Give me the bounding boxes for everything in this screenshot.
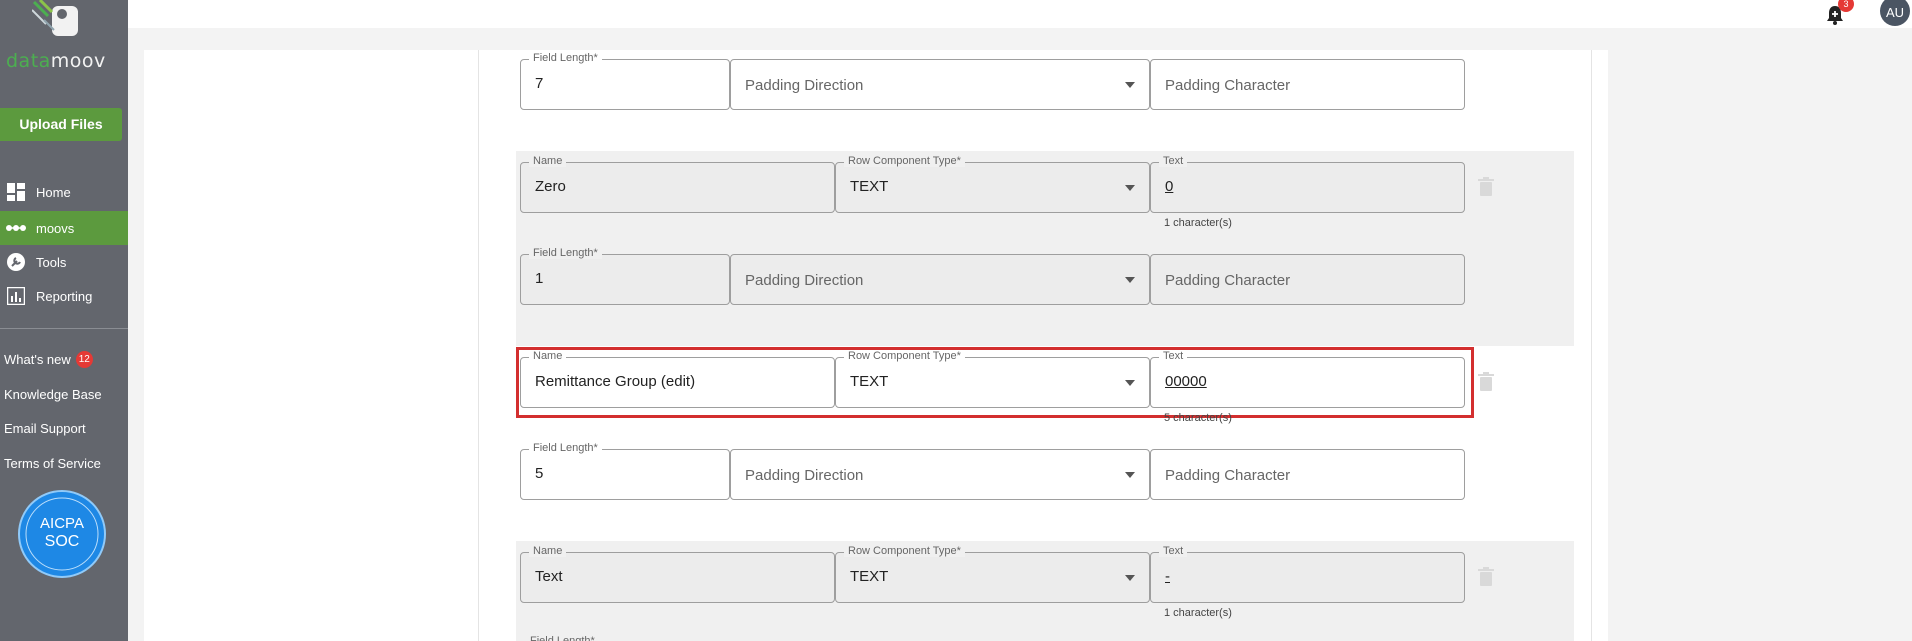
name-input[interactable]: Name Text (520, 545, 835, 603)
name-label: Name (529, 350, 567, 362)
dots-icon (6, 218, 26, 238)
field-length-label: Field Length* (529, 442, 602, 454)
logo-mark-icon (32, 0, 78, 36)
padding-character-input[interactable]: Padding Character (1150, 254, 1465, 305)
name-input[interactable]: Name Remittance Group (edit) (520, 350, 835, 408)
upload-files-button[interactable]: Upload Files (0, 108, 122, 141)
soc-line2: SOC (45, 533, 80, 550)
delete-icon[interactable] (1478, 177, 1494, 197)
delete-icon[interactable] (1478, 372, 1494, 392)
whats-new-link[interactable]: What's new 12 (4, 351, 93, 368)
text-input[interactable]: Text 00000 (1150, 350, 1465, 408)
top-bar (128, 0, 1912, 28)
sidebar-item-label: moovs (36, 220, 75, 236)
field-length-label: Field Length* (529, 247, 602, 259)
sidebar: datamoov Upload Files Home moovs Tools R… (0, 0, 128, 641)
name-value: Zero (535, 178, 566, 195)
row-component-type-value: TEXT (850, 568, 889, 585)
padding-direction-select[interactable]: Padding Direction (730, 59, 1150, 110)
character-count-helper: 1 character(s) (1164, 607, 1232, 619)
chevron-down-icon (1125, 277, 1135, 283)
padding-direction-placeholder: Padding Direction (745, 272, 864, 289)
logo-text: datamoov (6, 50, 106, 72)
logo-text-data: data (6, 50, 51, 72)
padding-direction-placeholder: Padding Direction (745, 467, 864, 484)
chart-icon (6, 286, 26, 306)
chevron-down-icon (1125, 472, 1135, 478)
name-label: Name (529, 545, 567, 557)
name-value: Remittance Group (edit) (535, 373, 696, 390)
row-component-type-select[interactable]: Row Component Type* TEXT (835, 545, 1150, 603)
chevron-down-icon (1125, 82, 1135, 88)
field-length-input[interactable]: Field Length* 5 (520, 442, 730, 500)
knowledge-base-link[interactable]: Knowledge Base (4, 387, 102, 402)
padding-character-placeholder: Padding Character (1165, 272, 1291, 289)
chevron-down-icon (1125, 380, 1135, 386)
field-length-input[interactable]: Field Length* 1 (520, 247, 730, 305)
text-value: - (1165, 568, 1170, 585)
sidebar-item-label: Reporting (36, 288, 93, 304)
name-input[interactable]: Name Zero (520, 155, 835, 213)
name-label: Name (529, 155, 567, 167)
chevron-down-icon (1125, 185, 1135, 191)
sidebar-item-home[interactable]: Home (0, 175, 128, 209)
sidebar-item-moovs[interactable]: moovs (0, 211, 128, 245)
padding-direction-select[interactable]: Padding Direction (730, 449, 1150, 500)
sidebar-item-tools[interactable]: Tools (0, 245, 128, 279)
padding-character-input[interactable]: Padding Character (1150, 59, 1465, 110)
text-input[interactable]: Text - (1150, 545, 1465, 603)
text-value: 0 (1165, 178, 1174, 195)
row-component-type-label: Row Component Type* (844, 155, 965, 167)
terms-of-service-link[interactable]: Terms of Service (4, 456, 101, 471)
datamoov-logo[interactable]: datamoov (0, 0, 128, 72)
row-component-type-label: Row Component Type* (844, 545, 965, 557)
field-length-label: Field Length* (529, 52, 602, 64)
row-component-type-select[interactable]: Row Component Type* TEXT (835, 155, 1150, 213)
aicpa-soc-badge: AICPA SOC (18, 490, 106, 578)
field-length-value: 7 (535, 75, 544, 92)
sidebar-item-label: Home (36, 184, 71, 200)
character-count-helper: 5 character(s) (1164, 412, 1232, 424)
row-component-type-select[interactable]: Row Component Type* TEXT (835, 350, 1150, 408)
padding-direction-placeholder: Padding Direction (745, 77, 864, 94)
email-support-link[interactable]: Email Support (4, 421, 86, 436)
row-component-type-label: Row Component Type* (844, 350, 965, 362)
padding-direction-select[interactable]: Padding Direction (730, 254, 1150, 305)
text-label: Text (1159, 545, 1188, 557)
padding-character-placeholder: Padding Character (1165, 467, 1291, 484)
field-length-value: 5 (535, 465, 544, 482)
field-length-input[interactable]: Field Length* 7 (520, 52, 730, 110)
row-component-type-value: TEXT (850, 373, 889, 390)
sidebar-item-label: Tools (36, 254, 67, 270)
logo-text-moov: moov (50, 50, 106, 72)
text-label: Text (1159, 350, 1188, 362)
field-length-value: 1 (535, 270, 544, 287)
sidebar-item-reporting[interactable]: Reporting (0, 279, 128, 313)
row-component-type-value: TEXT (850, 178, 889, 195)
sidebar-divider (0, 328, 128, 329)
text-input[interactable]: Text 0 (1150, 155, 1465, 213)
padding-character-input[interactable]: Padding Character (1150, 449, 1465, 500)
character-count-helper: 1 character(s) (1164, 217, 1232, 229)
text-value: 00000 (1165, 373, 1207, 390)
soc-line1: AICPA (40, 515, 84, 532)
delete-icon[interactable] (1478, 567, 1494, 587)
padding-character-placeholder: Padding Character (1165, 77, 1291, 94)
whats-new-label: What's new (4, 352, 71, 367)
name-value: Text (535, 568, 563, 585)
dashboard-icon (6, 182, 26, 202)
field-length-label-partial: Field Length* (530, 635, 595, 641)
chevron-down-icon (1125, 575, 1135, 581)
text-label: Text (1159, 155, 1188, 167)
whats-new-count-badge: 12 (75, 351, 93, 368)
wrench-icon (6, 252, 26, 272)
